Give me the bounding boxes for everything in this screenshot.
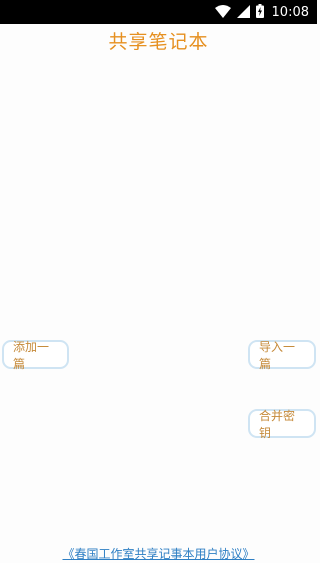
signal-icon [236, 3, 250, 22]
add-note-button[interactable]: 添加一篇 [2, 340, 69, 371]
status-time: 10:08 [271, 4, 309, 20]
user-agreement-link[interactable]: 《春国工作室共享记事本用户协议》 [0, 545, 317, 562]
import-note-button[interactable]: 导入一篇 [248, 340, 316, 371]
page-title: 共享笔记本 [108, 31, 209, 53]
battery-charging-icon [255, 3, 264, 22]
status-bar: 10:08 [0, 0, 317, 24]
status-icons: 10:08 [214, 3, 309, 22]
merge-key-button[interactable]: 合并密钥 [248, 409, 316, 440]
wifi-icon [214, 3, 231, 22]
